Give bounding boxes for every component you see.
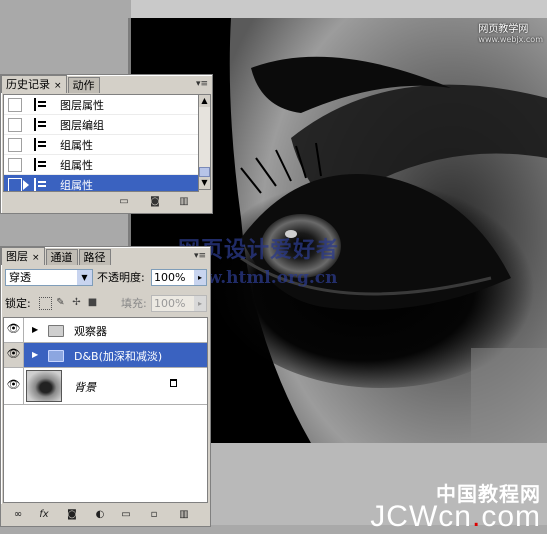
visibility-eye-icon[interactable]: 👁 bbox=[4, 343, 24, 367]
opacity-value: 100% bbox=[154, 271, 186, 284]
panel-menu-icon[interactable]: ▾≡ bbox=[194, 251, 206, 261]
watermark-top-en: www.webjx.com bbox=[478, 35, 543, 44]
history-item-label: 组属性 bbox=[60, 139, 93, 152]
layers-tab-strip: 图层 × 通道 路径 bbox=[1, 247, 210, 265]
visibility-eye-icon[interactable]: 👁 bbox=[4, 368, 24, 404]
adjustment-icon[interactable]: ◐ bbox=[93, 509, 107, 520]
link-icon[interactable]: ∞ bbox=[11, 509, 25, 520]
blend-mode-select[interactable]: 穿透 ▼ bbox=[5, 269, 93, 286]
close-icon[interactable]: × bbox=[54, 81, 62, 91]
mask-icon[interactable]: ◙ bbox=[65, 509, 79, 520]
layers-panel: 图层 × 通道 路径 ▾≡ 穿透 ▼ 不透明度: 100% ▸ 锁定: ✎ ✢ ■… bbox=[0, 246, 211, 527]
lock-transparency-icon[interactable] bbox=[39, 297, 52, 310]
history-list[interactable]: 图层属性 图层编组 组属性 组属性 组属性 bbox=[3, 94, 199, 192]
history-footer: ▭ ◙ ▥ bbox=[1, 193, 212, 213]
tab-paths-label: 路径 bbox=[83, 251, 106, 264]
layer-thumbnail bbox=[26, 370, 62, 402]
expand-triangle-icon[interactable]: ▶ bbox=[32, 325, 38, 334]
scroll-thumb[interactable] bbox=[199, 167, 210, 177]
chevron-right-icon: ▸ bbox=[194, 296, 206, 311]
tab-layers[interactable]: 图层 × bbox=[1, 247, 45, 265]
history-item-label: 组属性 bbox=[60, 179, 93, 192]
history-state-icon bbox=[34, 98, 48, 111]
history-state-icon bbox=[34, 138, 48, 151]
scroll-up-icon[interactable]: ▲ bbox=[199, 95, 210, 107]
history-item-label: 组属性 bbox=[60, 159, 93, 172]
tab-history-label: 历史记录 bbox=[6, 78, 50, 91]
history-state-icon bbox=[34, 118, 48, 131]
history-item[interactable]: 图层属性 bbox=[4, 95, 198, 115]
document-title-bar bbox=[131, 0, 547, 18]
folder-icon bbox=[48, 325, 64, 337]
close-icon[interactable]: × bbox=[32, 253, 40, 263]
layer-row[interactable]: 👁 背景 bbox=[4, 368, 207, 405]
history-item[interactable]: 组属性 bbox=[4, 155, 198, 175]
history-state-marker-icon[interactable] bbox=[23, 180, 29, 190]
history-item[interactable]: 组属性 bbox=[4, 135, 198, 155]
layer-name: 观察器 bbox=[74, 325, 107, 338]
lock-row: 锁定: ✎ ✢ ■ 填充: 100% ▸ bbox=[3, 294, 208, 314]
lock-icon[interactable]: ■ bbox=[87, 297, 98, 308]
visibility-eye-icon[interactable]: 👁 bbox=[4, 318, 24, 342]
move-icon[interactable]: ✢ bbox=[71, 297, 82, 308]
lock-label: 锁定: bbox=[5, 297, 31, 310]
layers-footer: ∞ fx ◙ ◐ ▭ ▫ ▥ bbox=[1, 504, 210, 526]
tab-layers-label: 图层 bbox=[6, 250, 28, 263]
fill-field[interactable]: 100% ▸ bbox=[151, 295, 207, 312]
brush-icon[interactable]: ✎ bbox=[55, 297, 66, 308]
layer-name: 背景 bbox=[74, 381, 96, 394]
history-item-label: 图层属性 bbox=[60, 99, 104, 112]
trash-icon[interactable]: ▥ bbox=[177, 196, 191, 208]
history-panel: 历史记录 × 动作 ▾≡ 图层属性 图层编组 组属性 组属性 组属性 ▲ ▼ ▭… bbox=[0, 74, 213, 214]
layer-name: D&B(加深和减淡) bbox=[74, 350, 163, 363]
new-layer-icon[interactable]: ▫ bbox=[147, 509, 161, 520]
history-tab-strip: 历史记录 × 动作 bbox=[1, 75, 212, 93]
blend-mode-value: 穿透 bbox=[9, 271, 31, 284]
tab-paths[interactable]: 路径 bbox=[78, 249, 111, 265]
history-scrollbar[interactable]: ▲ ▼ bbox=[198, 94, 211, 190]
snapshot-checkbox[interactable] bbox=[8, 98, 22, 112]
fx-icon[interactable]: fx bbox=[37, 509, 51, 520]
watermark-bottom-en-pre: JCWcn bbox=[370, 500, 472, 533]
layer-row[interactable]: 👁 ▶ 观察器 bbox=[4, 318, 207, 343]
new-group-icon[interactable]: ▭ bbox=[119, 509, 133, 520]
history-state-icon bbox=[34, 158, 48, 171]
tab-channels[interactable]: 通道 bbox=[45, 249, 78, 265]
trash-icon[interactable]: ▥ bbox=[177, 509, 191, 520]
opacity-label: 不透明度: bbox=[97, 271, 145, 284]
tab-channels-label: 通道 bbox=[50, 251, 73, 264]
layer-row-selected[interactable]: 👁 ▶ D&B(加深和减淡) bbox=[4, 343, 207, 368]
expand-triangle-icon[interactable]: ▶ bbox=[32, 350, 38, 359]
opacity-field[interactable]: 100% ▸ bbox=[151, 269, 207, 286]
folder-icon bbox=[48, 350, 64, 362]
tab-history[interactable]: 历史记录 × bbox=[1, 75, 67, 93]
layer-list[interactable]: 👁 ▶ 观察器 👁 ▶ D&B(加深和减淡) 👁 背景 bbox=[3, 317, 208, 503]
watermark-bottom-en: JCWcn.com bbox=[370, 500, 541, 534]
snapshot-checkbox[interactable] bbox=[8, 178, 22, 191]
history-item[interactable]: 图层编组 bbox=[4, 115, 198, 135]
history-item-label: 图层编组 bbox=[60, 119, 104, 132]
chevron-right-icon[interactable]: ▸ bbox=[194, 270, 206, 285]
new-document-icon[interactable]: ▭ bbox=[117, 196, 131, 208]
history-state-icon bbox=[34, 178, 48, 191]
fill-label: 填充: bbox=[121, 297, 147, 310]
blend-row: 穿透 ▼ 不透明度: 100% ▸ bbox=[3, 268, 208, 288]
snapshot-checkbox[interactable] bbox=[8, 118, 22, 132]
history-item-selected[interactable]: 组属性 bbox=[4, 175, 198, 192]
tab-actions-label: 动作 bbox=[72, 79, 95, 92]
scroll-down-icon[interactable]: ▼ bbox=[199, 177, 210, 189]
tab-actions[interactable]: 动作 bbox=[67, 77, 100, 93]
fill-value: 100% bbox=[154, 297, 186, 310]
panel-menu-icon[interactable]: ▾≡ bbox=[196, 79, 208, 89]
lock-icon bbox=[170, 379, 177, 387]
watermark-bottom-en-post: com bbox=[481, 500, 541, 533]
watermark-top-cn: 网页教学网 bbox=[478, 24, 529, 35]
snapshot-checkbox[interactable] bbox=[8, 138, 22, 152]
camera-icon[interactable]: ◙ bbox=[148, 196, 162, 208]
snapshot-checkbox[interactable] bbox=[8, 158, 22, 172]
chevron-down-icon: ▼ bbox=[77, 270, 92, 285]
watermark-top: 网页教学网 www.webjx.com bbox=[478, 20, 543, 44]
watermark-bottom-en-dot: . bbox=[471, 500, 482, 533]
